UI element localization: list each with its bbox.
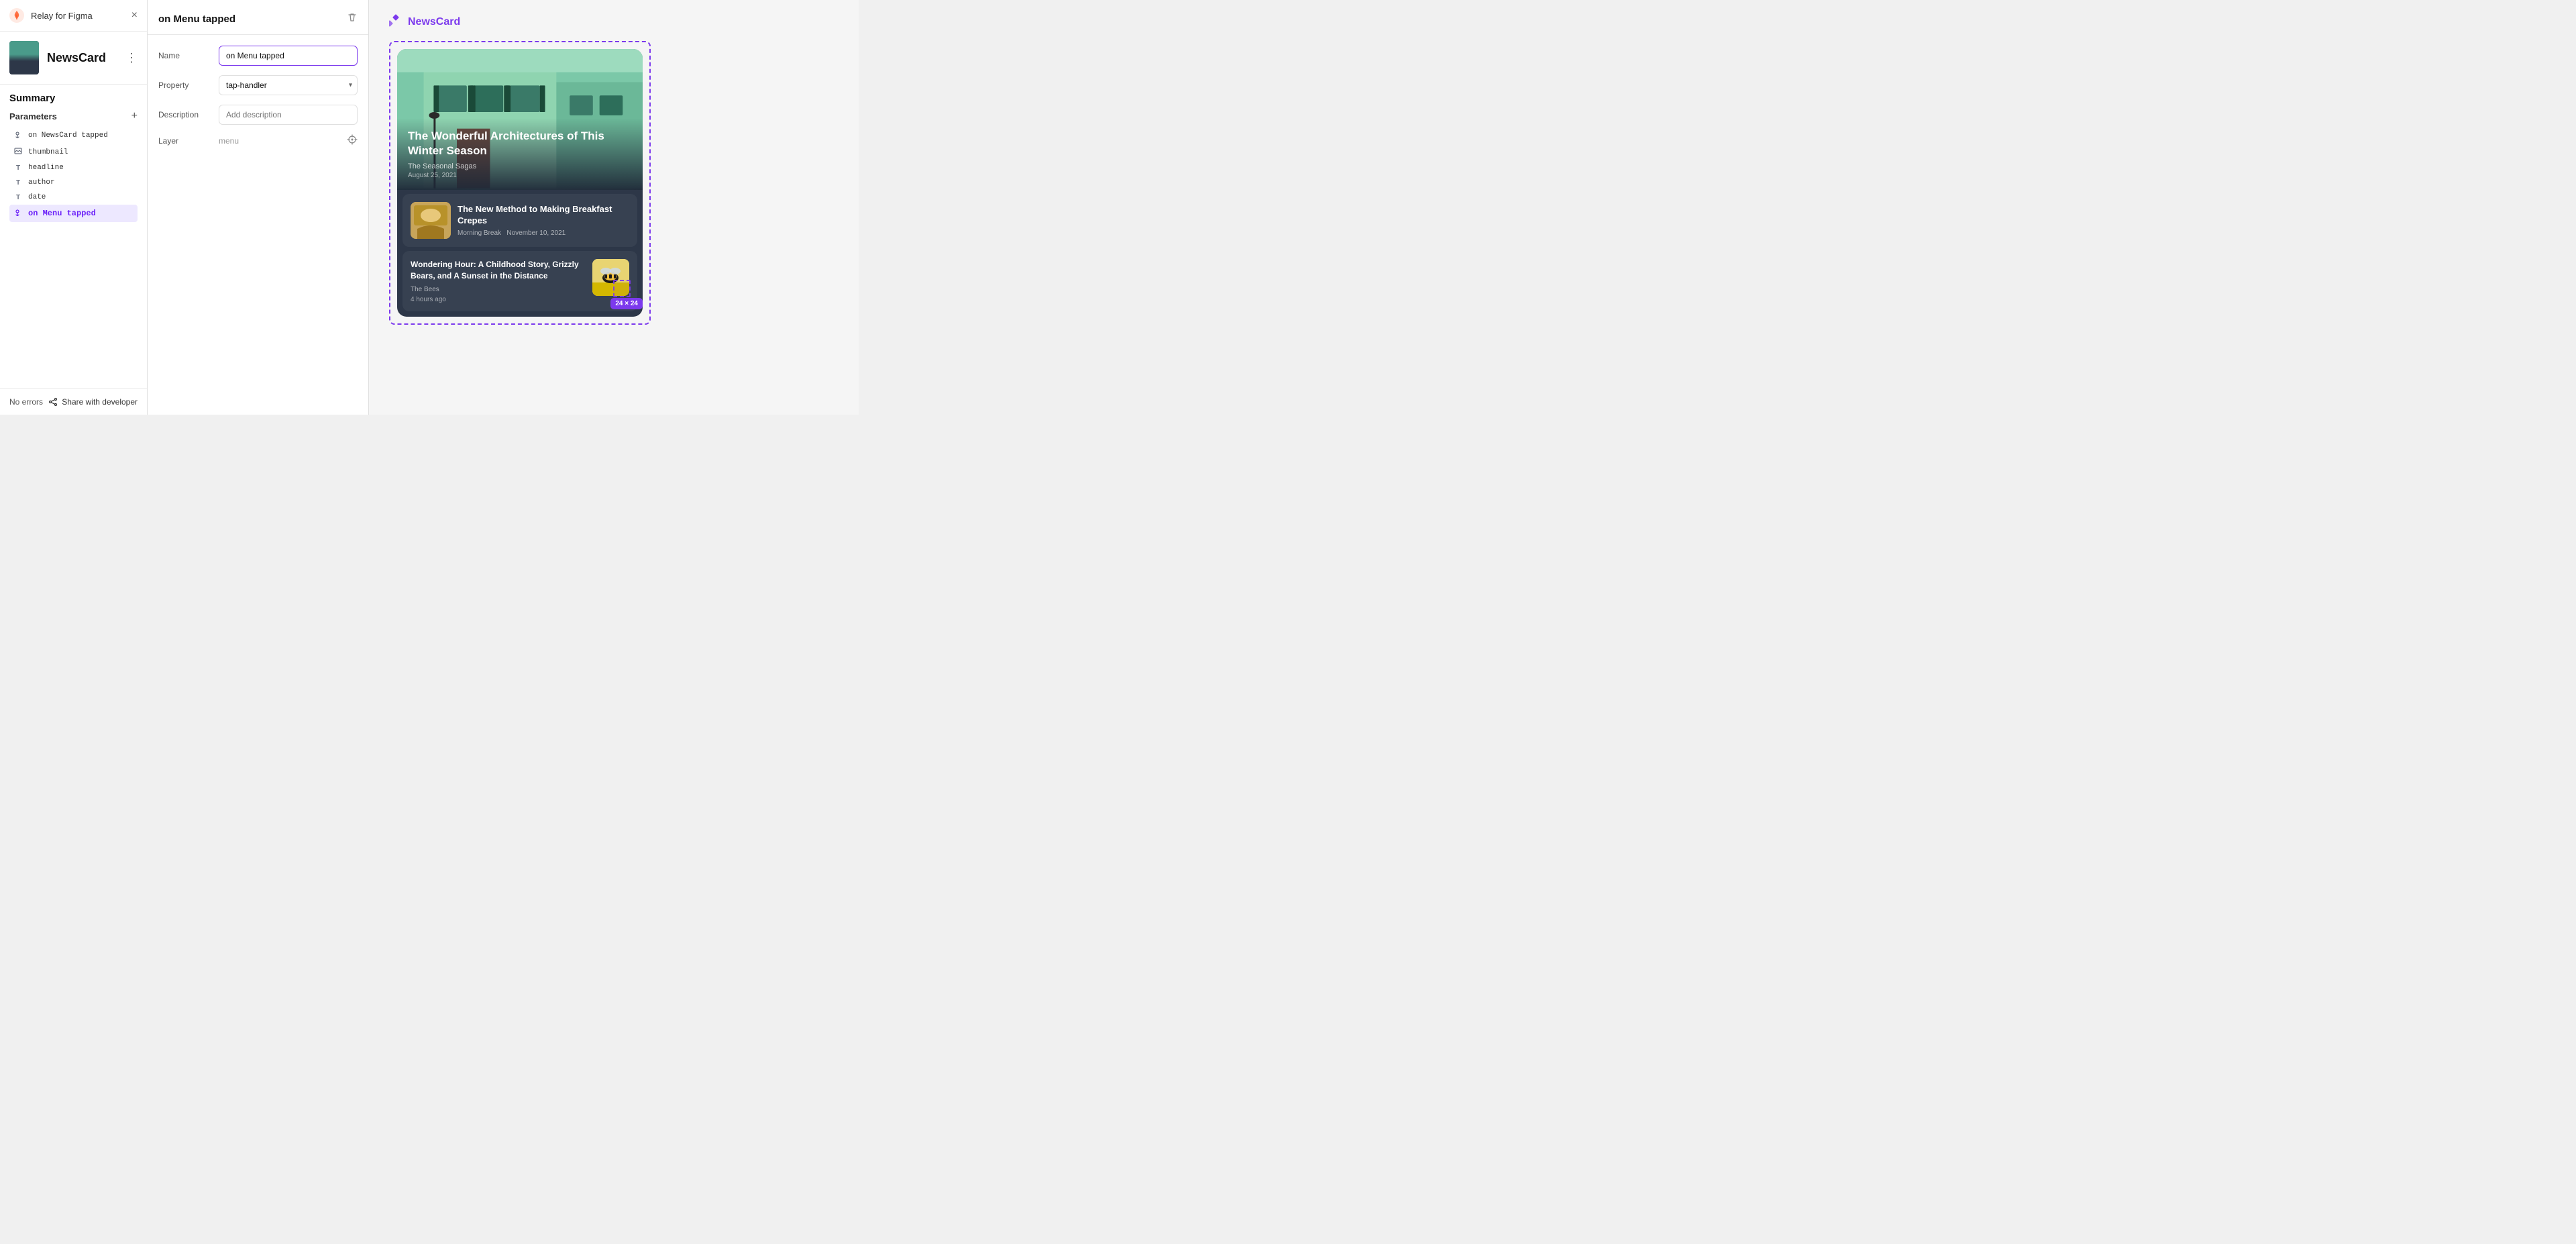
preview-title-text: NewsCard (408, 16, 460, 28)
left-panel: Relay for Figma × NewsCard ⋮ Summary Par… (0, 0, 148, 415)
article-right-thumb-wrapper: 24 × 24 (592, 259, 629, 296)
delete-button[interactable] (347, 12, 358, 26)
no-errors-label: No errors (9, 397, 43, 407)
parameter-list: on NewsCard tapped thumbnail T headline (9, 127, 138, 222)
middle-panel: on Menu tapped Name Property tap-handler… (148, 0, 369, 415)
app-header: Relay for Figma × (0, 0, 147, 32)
hero-article-title: The Wonderful Architectures of This Wint… (408, 129, 632, 158)
article-right-date: 4 hours ago (411, 296, 586, 303)
preview-header: NewsCard (389, 13, 839, 30)
news-card: The Wonderful Architectures of This Wint… (397, 49, 643, 317)
text-icon: T (13, 179, 23, 187)
event-form: Name Property tap-handler ▾ Description … (148, 35, 368, 158)
share-developer-button[interactable]: Share with developer (48, 397, 138, 407)
param-label: author (28, 178, 55, 187)
layer-row: Layer menu (158, 134, 358, 147)
share-label: Share with developer (62, 397, 138, 407)
preview-frame: The Wonderful Architectures of This Wint… (389, 41, 651, 325)
app-logo-group: Relay for Figma (9, 8, 93, 23)
image-icon (13, 147, 23, 157)
property-select-wrapper: tap-handler ▾ (219, 75, 358, 95)
article-small-meta: Morning Break November 10, 2021 (458, 229, 629, 237)
param-on-newscard-tapped[interactable]: on NewsCard tapped (9, 127, 138, 144)
description-label: Description (158, 110, 212, 119)
param-label: date (28, 193, 46, 201)
summary-section: Summary Parameters + on NewsCard tapped (0, 85, 147, 222)
property-row: Property tap-handler ▾ (158, 75, 358, 95)
component-icon (389, 13, 402, 30)
article-small-title: The New Method to Making Breakfast Crepe… (458, 204, 629, 227)
param-on-menu-tapped[interactable]: on Menu tapped (9, 205, 138, 222)
property-label: Property (158, 81, 212, 90)
article-hero: The Wonderful Architectures of This Wint… (397, 49, 643, 190)
parameters-header: Parameters + (9, 111, 138, 121)
article-small-right: Wondering Hour: A Childhood Story, Grizz… (402, 251, 637, 311)
name-row: Name (158, 46, 358, 66)
param-label: thumbnail (28, 148, 68, 156)
layer-label: Layer (158, 136, 212, 146)
size-badge: 24 × 24 (610, 298, 643, 309)
app-title: Relay for Figma (31, 11, 93, 21)
article-small-content: The New Method to Making Breakfast Crepe… (458, 204, 629, 237)
article-right-title: Wondering Hour: A Childhood Story, Grizz… (411, 259, 586, 282)
event-title: on Menu tapped (158, 13, 235, 25)
component-header: NewsCard ⋮ (0, 32, 147, 85)
article-small-date: November 10, 2021 (506, 229, 566, 237)
right-panel: NewsCard (369, 0, 859, 415)
share-icon (48, 397, 58, 407)
close-button[interactable]: × (131, 10, 138, 21)
component-name: NewsCard (47, 51, 125, 65)
param-label: headline (28, 164, 64, 172)
article-right-content: Wondering Hour: A Childhood Story, Grizz… (411, 259, 586, 303)
more-options-button[interactable]: ⋮ (125, 51, 138, 65)
add-parameter-button[interactable]: + (131, 111, 138, 121)
tap-icon (13, 130, 23, 140)
hero-overlay: The Wonderful Architectures of This Wint… (397, 118, 643, 190)
summary-title: Summary (9, 93, 138, 104)
param-date[interactable]: T date (9, 190, 138, 205)
event-header: on Menu tapped (148, 0, 368, 35)
layer-value: menu (219, 136, 340, 146)
param-headline[interactable]: T headline (9, 160, 138, 175)
article-small-author: Morning Break (458, 229, 501, 237)
param-label: on Menu tapped (28, 209, 96, 218)
article-small-left: The New Method to Making Breakfast Crepe… (402, 194, 637, 247)
param-label: on NewsCard tapped (28, 132, 108, 140)
text-icon: T (13, 164, 23, 172)
hero-article-author: The Seasonal Sagas (408, 162, 632, 170)
hero-article-date: August 25, 2021 (408, 172, 632, 179)
parameters-title: Parameters (9, 111, 57, 121)
name-label: Name (158, 51, 212, 60)
tap-active-icon (13, 208, 23, 219)
description-row: Description (158, 105, 358, 125)
selection-indicator (613, 280, 631, 297)
relay-logo-icon (9, 8, 24, 23)
description-input[interactable] (219, 105, 358, 125)
param-author[interactable]: T author (9, 175, 138, 190)
crosshair-icon[interactable] (347, 134, 358, 147)
article-right-author: The Bees (411, 286, 586, 293)
property-select[interactable]: tap-handler (219, 75, 358, 95)
article-small-thumbnail (411, 202, 451, 239)
text-icon: T (13, 194, 23, 201)
name-input[interactable] (219, 46, 358, 66)
panel-footer: No errors Share with developer (0, 388, 147, 415)
component-thumbnail (9, 41, 39, 74)
param-thumbnail[interactable]: thumbnail (9, 144, 138, 160)
